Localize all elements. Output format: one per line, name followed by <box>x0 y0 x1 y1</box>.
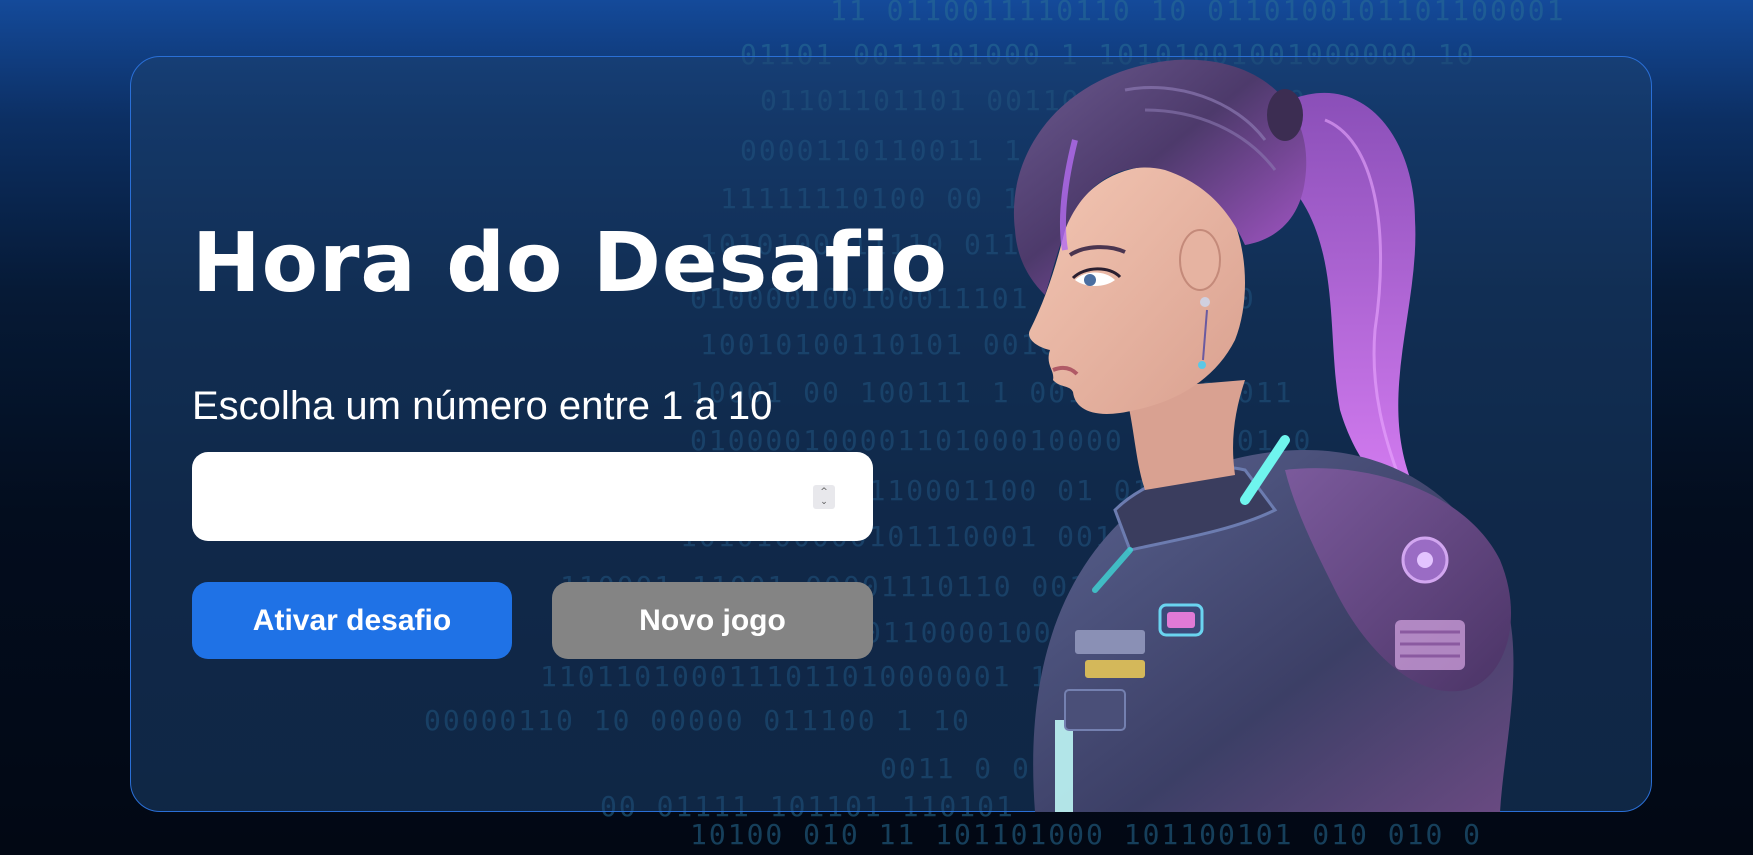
chevron-up-icon[interactable]: ^ <box>820 487 828 497</box>
number-input[interactable]: ^ ⌄ <box>192 452 873 541</box>
astronaut-woman-illustration <box>1013 59 1514 812</box>
up-down-stepper-icon[interactable]: ^ ⌄ <box>813 485 835 509</box>
activate-challenge-button[interactable]: Ativar desafio <box>192 582 512 659</box>
binary-line: 10100 010 11 101101000 101100101 010 010… <box>690 818 1483 851</box>
page-title: Hora do Desafio <box>192 216 948 311</box>
new-game-button[interactable]: Novo jogo <box>552 582 873 659</box>
chevron-down-icon[interactable]: ⌄ <box>820 497 828 507</box>
binary-line: 11 0110011110110 10 0110100101101100001 <box>830 0 1566 27</box>
number-prompt-label: Escolha um número entre 1 a 10 <box>192 384 773 428</box>
